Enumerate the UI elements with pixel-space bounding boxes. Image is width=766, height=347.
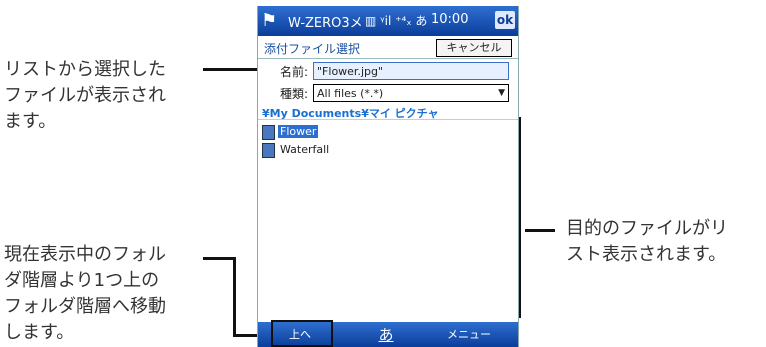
annotation-line: ダ階層より1つ上の xyxy=(4,270,160,291)
annotation-line: ます。 xyxy=(4,111,57,132)
image-file-icon xyxy=(262,124,275,140)
annotation-line: 目的のファイルがリ xyxy=(566,218,728,239)
file-name: Flower xyxy=(278,125,319,138)
dialog-header: 添付ファイル選択 キャンセル xyxy=(258,38,518,59)
app-title: W-ZERO3メ xyxy=(288,16,363,31)
annotation-up-button: 現在表示中のフォル ダ階層より1つ上の フォルダ階層へ移動 します。 xyxy=(4,242,166,346)
annotation-line: リストから選択した xyxy=(4,59,166,80)
status-icons[interactable]: ▥ ᵞil ⁺⁴ₓ あ xyxy=(365,12,427,29)
title-bar: ⚑ W-ZERO3メ ▥ ᵞil ⁺⁴ₓ あ 10:00 ok xyxy=(258,6,518,36)
image-file-icon xyxy=(262,142,275,158)
dialog-title: 添付ファイル選択 xyxy=(264,42,361,56)
annotation-selected-file: リストから選択した ファイルが表示され ます。 xyxy=(4,57,166,135)
file-list[interactable]: Flower Waterfall xyxy=(258,119,518,323)
leader-line-file-list xyxy=(525,229,555,232)
input-mode-button[interactable]: あ xyxy=(366,326,406,344)
annotation-line: フォルダ階層へ移動 xyxy=(4,296,166,317)
leader-line-up-h xyxy=(203,257,236,260)
list-item[interactable]: Waterfall xyxy=(262,142,331,158)
clock[interactable]: 10:00 xyxy=(431,12,468,27)
chevron-down-icon[interactable]: ▼ xyxy=(498,85,505,102)
annotation-line: ファイルが表示され xyxy=(4,85,166,106)
ok-button[interactable]: ok xyxy=(495,11,515,29)
annotation-line: スト表示されます。 xyxy=(566,244,727,265)
annotation-file-list: 目的のファイルがリ スト表示されます。 xyxy=(566,216,728,268)
up-button-highlight xyxy=(271,320,333,347)
name-label: 名前: xyxy=(280,65,309,79)
list-item[interactable]: Flower xyxy=(262,124,319,140)
start-menu-icon[interactable]: ⚑ xyxy=(261,10,277,31)
leader-line-up-v xyxy=(233,257,236,337)
annotation-line: します。 xyxy=(4,322,75,343)
menu-button[interactable]: メニュー xyxy=(444,326,494,344)
cancel-button[interactable]: キャンセル xyxy=(436,39,512,57)
file-type-value: All files (*.*) xyxy=(317,87,384,100)
type-label: 種類: xyxy=(280,87,309,101)
pda-screen: ⚑ W-ZERO3メ ▥ ᵞil ⁺⁴ₓ あ 10:00 ok 添付ファイル選択… xyxy=(257,6,519,347)
file-name: Waterfall xyxy=(280,143,330,156)
annotation-line: 現在表示中のフォル xyxy=(4,244,166,265)
file-type-select[interactable]: All files (*.*) ▼ xyxy=(313,84,509,102)
filename-field[interactable]: "Flower.jpg" xyxy=(313,62,509,80)
